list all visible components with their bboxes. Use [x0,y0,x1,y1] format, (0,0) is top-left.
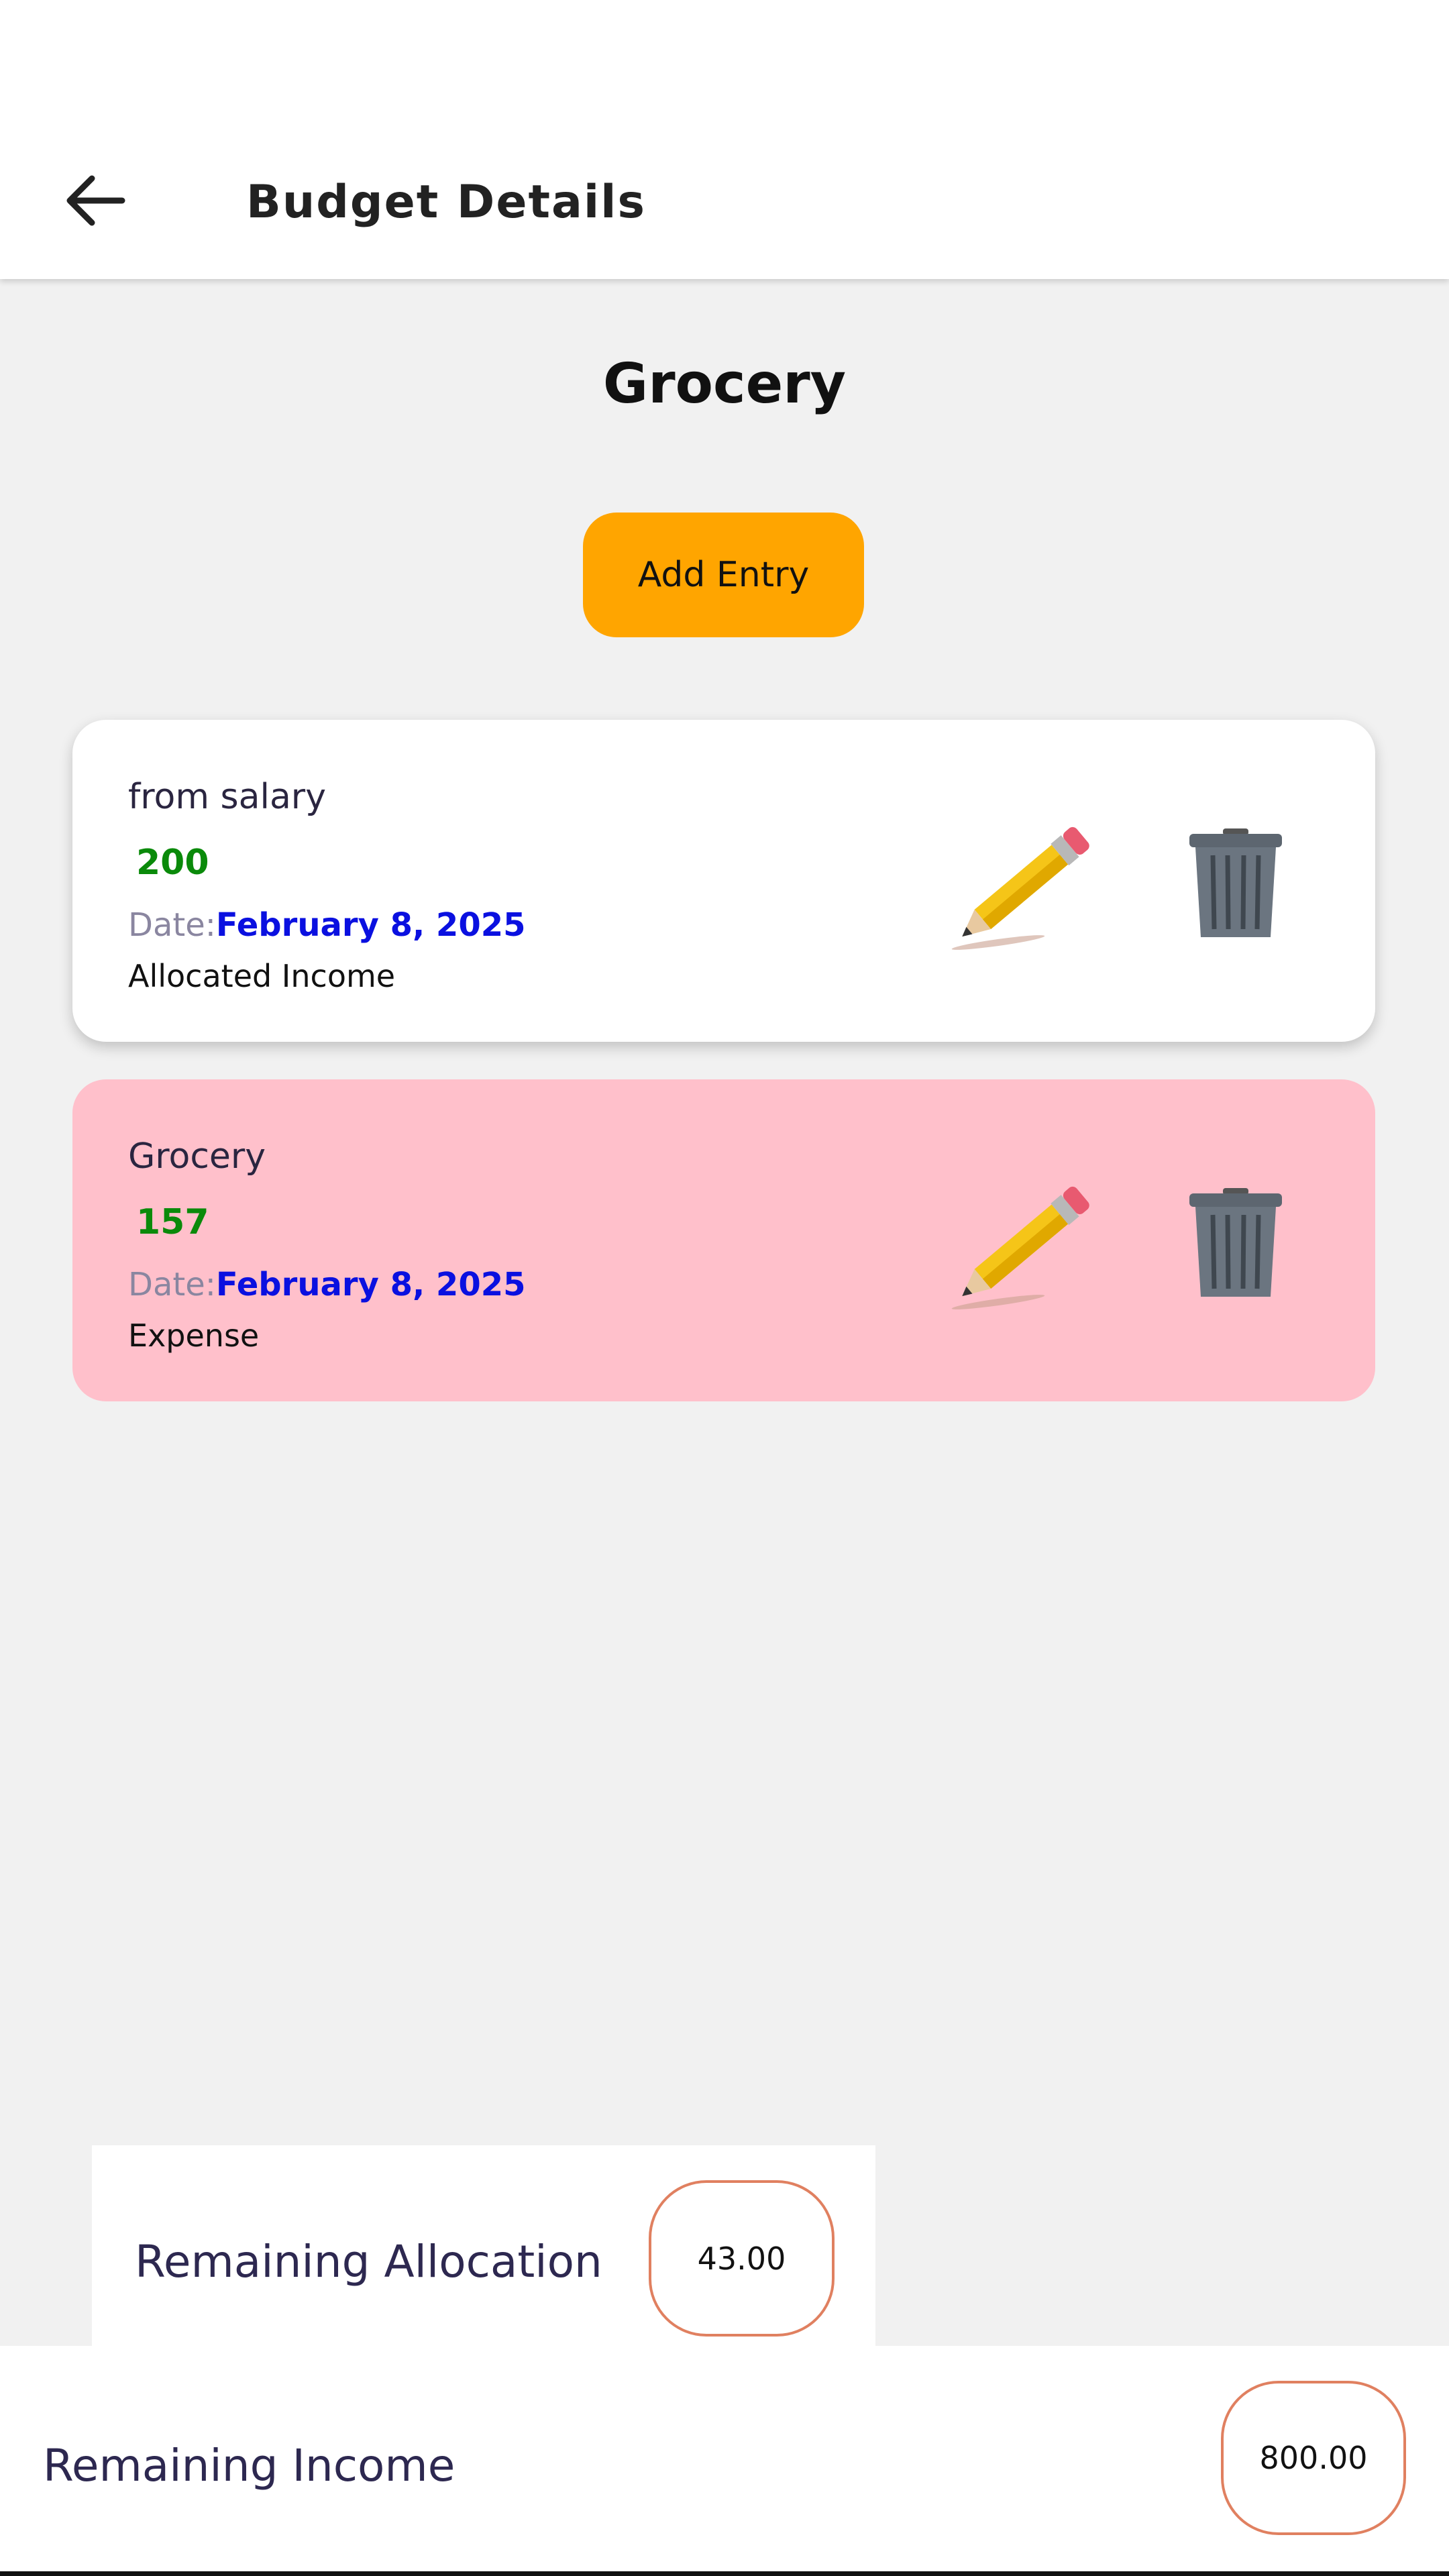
trash-icon [1189,828,1282,937]
entry-amount: 157 [136,1202,209,1242]
date-value: February 8, 2025 [215,1266,526,1303]
remaining-income-bar: Remaining Income 800.00 [0,2346,1449,2571]
edit-button[interactable] [945,1180,1099,1311]
entry-card: Grocery 157 Date:February 8, 2025 Expens… [72,1079,1375,1401]
trash-icon [1189,1188,1282,1297]
date-label: Date: [128,906,216,944]
entry-date: Date:February 8, 2025 [128,906,526,944]
delete-button[interactable] [1186,1188,1285,1299]
edit-button[interactable] [945,820,1099,951]
date-label: Date: [128,1266,216,1303]
arrow-left-icon [66,175,125,226]
entry-date: Date:February 8, 2025 [128,1266,526,1303]
remaining-allocation-label: Remaining Allocation [135,2236,602,2288]
entry-card: from salary 200 Date:February 8, 2025 Al… [72,720,1375,1042]
entry-type: Expense [128,1318,260,1354]
remaining-income-value: 800.00 [1221,2381,1406,2535]
remaining-allocation-panel: Remaining Allocation 43.00 [92,2145,875,2347]
entry-description: from salary [128,777,326,817]
pencil-icon [951,826,1089,950]
pencil-icon [951,1186,1089,1309]
entry-description: Grocery [128,1136,266,1177]
add-entry-button[interactable]: Add Entry [583,513,864,637]
app-bar: Budget Details [0,0,1449,279]
delete-button[interactable] [1186,828,1285,940]
remaining-allocation-value: 43.00 [649,2180,835,2337]
entry-type: Allocated Income [128,958,396,994]
page-title: Budget Details [246,176,646,229]
system-nav-bar [0,2571,1449,2576]
budget-name: Grocery [602,352,847,416]
entry-amount: 200 [136,843,209,883]
back-button[interactable] [62,170,129,231]
remaining-income-label: Remaining Income [43,2440,455,2491]
date-value: February 8, 2025 [215,906,526,944]
